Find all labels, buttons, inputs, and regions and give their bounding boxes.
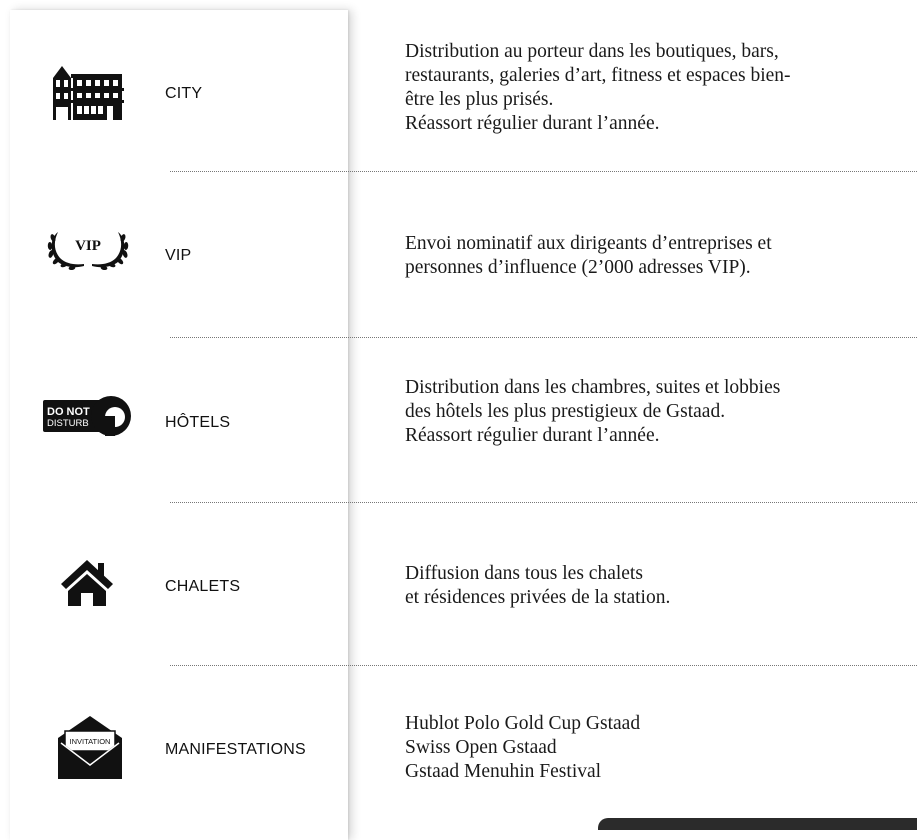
svg-text:DO NOT: DO NOT	[47, 406, 90, 418]
category-description-city: Distribution au porteur dans les boutiqu…	[405, 41, 791, 134]
building-icon	[53, 66, 124, 120]
category-label-city: CITY	[165, 85, 203, 102]
category-label-manifestations: MANIFESTATIONS	[165, 741, 306, 758]
bottom-tab-bar	[598, 818, 917, 830]
category-description-hotels: Distribution dans les chambres, suites e…	[405, 377, 781, 446]
dotted-divider	[170, 502, 917, 503]
laurel-vip-icon: VIP	[47, 232, 129, 271]
svg-text:DISTURB: DISTURB	[47, 418, 89, 429]
dotted-divider	[170, 337, 917, 338]
category-label-chalets: CHALETS	[165, 578, 241, 595]
svg-text:VIP: VIP	[75, 238, 101, 254]
house-icon	[61, 560, 113, 606]
dotted-divider	[170, 171, 917, 172]
category-description-vip: Envoi nominatif aux dirigeants d’entrepr…	[405, 233, 772, 278]
do-not-disturb-icon: DO NOT DISTURB	[43, 396, 131, 436]
dotted-divider	[170, 665, 917, 666]
category-label-hotels: HÔTELS	[165, 414, 231, 431]
svg-text:INVITATION: INVITATION	[70, 737, 111, 746]
category-label-vip: VIP	[165, 247, 192, 264]
category-description-chalets: Diffusion dans tous les chalets et résid…	[405, 563, 671, 608]
invitation-envelope-icon: INVITATION	[58, 716, 122, 779]
category-description-manifestations: Hublot Polo Gold Cup Gstaad Swiss Open G…	[405, 713, 641, 782]
